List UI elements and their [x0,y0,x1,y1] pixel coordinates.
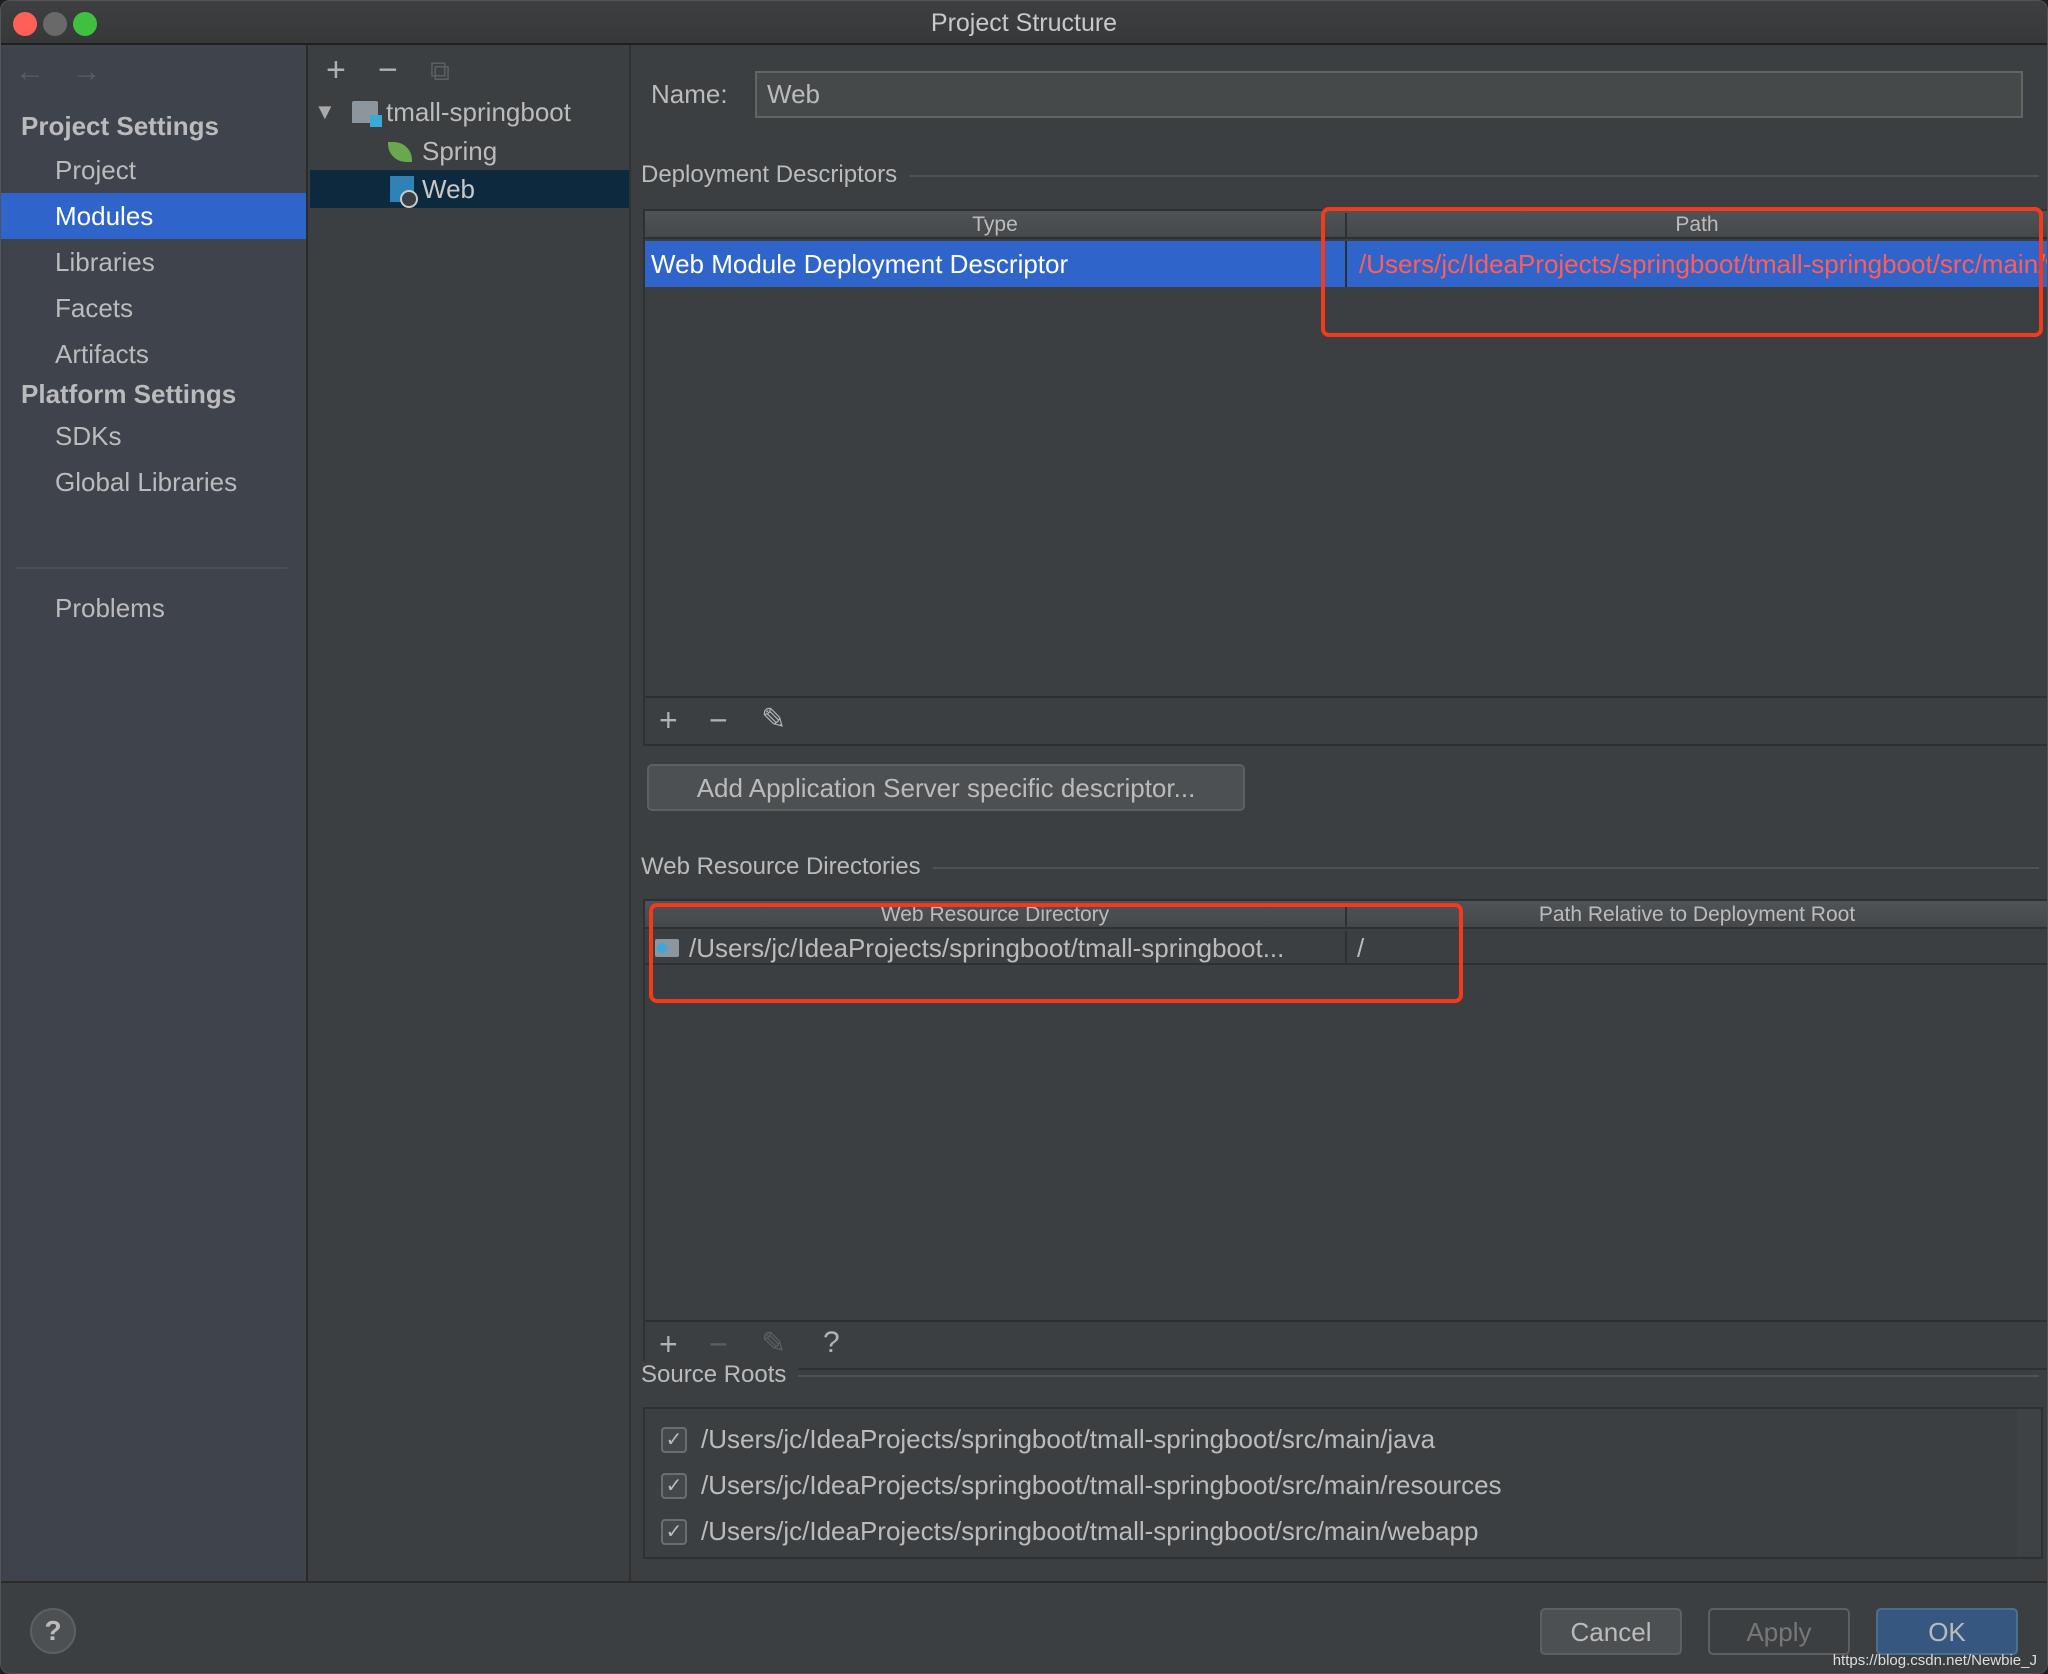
module-tree-panel: + − ⧉ ▼ tmall-springboot Spring Web [310,45,631,1581]
facet-settings-panel: Name: Deployment Descriptors Type Path W… [633,45,2048,1581]
deployment-descriptors-table: Type Path Web Module Deployment Descript… [643,209,2048,746]
apply-button[interactable]: Apply [1708,1608,1850,1655]
back-arrow-icon[interactable]: ← [15,55,45,88]
sidebar-item-artifacts[interactable]: Artifacts [1,331,306,377]
cancel-button[interactable]: Cancel [1540,1608,1682,1655]
sidebar-item-global-libraries[interactable]: Global Libraries [1,459,306,505]
window-title: Project Structure [930,9,1118,37]
expand-triangle-icon[interactable]: ▼ [314,93,336,131]
help-question-icon[interactable]: ? [823,1326,840,1360]
web-resources-toolbar: + − ✎ ? [645,1320,2047,1368]
remove-descriptor-icon[interactable]: − [709,702,728,739]
section-divider [641,1375,2039,1377]
tree-node-tmall-springboot[interactable]: ▼ tmall-springboot [310,93,629,131]
web-resource-directories-heading: Web Resource Directories [641,853,933,881]
spring-leaf-icon [388,142,412,162]
table-header: Web Resource Directory Path Relative to … [645,901,2047,929]
add-icon[interactable]: + [326,51,346,90]
sidebar-item-problems[interactable]: Problems [1,585,306,631]
column-header-relative-path[interactable]: Path Relative to Deployment Root [1347,901,2047,929]
section-heading-project-settings: Project Settings [21,111,219,141]
add-descriptor-icon[interactable]: + [659,702,678,739]
cell-divider [1345,931,1347,963]
remove-icon[interactable]: − [378,51,398,90]
sidebar-item-facets[interactable]: Facets [1,285,306,331]
edit-pencil-icon[interactable]: ✎ [761,702,786,737]
web-resource-directories-table: Web Resource Directory Path Relative to … [643,899,2047,1370]
table-row[interactable]: Web Module Deployment Descriptor /Users/… [645,241,2048,287]
column-header-web-resource-directory[interactable]: Web Resource Directory [645,901,1345,929]
source-roots-heading: Source Roots [641,1361,799,1389]
project-structure-dialog: Project Structure ← → Project Settings P… [0,0,2048,1674]
nav-arrows: ← → [15,55,119,89]
source-roots-list: ✓ /Users/jc/IdeaProjects/springboot/tmal… [643,1407,2043,1559]
sidebar: ← → Project Settings Project Modules Lib… [1,45,308,1581]
deployment-toolbar: + − ✎ [645,696,2047,744]
copy-icon[interactable]: ⧉ [430,55,450,88]
tree-node-label: Spring [422,136,498,166]
source-root-path: /Users/jc/IdeaProjects/springboot/tmall-… [701,1470,1502,1500]
sidebar-item-libraries[interactable]: Libraries [1,239,306,285]
deployment-descriptors-heading: Deployment Descriptors [641,161,910,189]
web-facet-icon [390,176,418,208]
module-folder-icon [352,101,382,127]
forward-arrow-icon[interactable]: → [71,55,101,88]
watermark-text: https://blog.csdn.net/Newbie_J [1832,1652,2037,1669]
remove-web-resource-icon[interactable]: − [709,1326,728,1363]
tree-node-spring[interactable]: Spring [310,132,629,170]
ok-button[interactable]: OK [1876,1608,2018,1655]
source-root-checkbox[interactable]: ✓ [661,1473,687,1499]
table-row[interactable]: /Users/jc/IdeaProjects/springboot/tmall-… [645,931,2047,965]
sidebar-item-modules[interactable]: Modules [1,193,306,239]
relative-path-cell: / [1357,933,1365,963]
sidebar-divider [15,567,287,569]
add-app-server-descriptor-button[interactable]: Add Application Server specific descript… [647,764,1245,811]
edit-pencil-icon[interactable]: ✎ [761,1326,786,1361]
title-bar: Project Structure [1,1,2047,45]
cell-divider [1345,241,1347,287]
descriptor-type-cell: Web Module Deployment Descriptor [651,249,1069,279]
source-roots-scrollbar[interactable] [2017,1409,2041,1557]
sidebar-item-sdks[interactable]: SDKs [1,413,306,459]
name-label: Name: [651,79,728,109]
tree-node-web[interactable]: Web [310,170,629,208]
table-header: Type Path [645,211,2047,239]
descriptor-path-cell: /Users/jc/IdeaProjects/springboot/tmall-… [1359,249,2048,279]
source-root-path: /Users/jc/IdeaProjects/springboot/tmall-… [701,1424,1436,1454]
sidebar-item-project[interactable]: Project [1,147,306,193]
add-web-resource-icon[interactable]: + [659,1326,678,1363]
column-header-path[interactable]: Path [1347,211,2047,239]
tree-node-label: tmall-springboot [386,97,571,127]
column-header-type[interactable]: Type [645,211,1345,239]
source-root-checkbox[interactable]: ✓ [661,1427,687,1453]
name-input[interactable] [755,71,2023,118]
tree-node-label: Web [422,174,475,204]
source-root-path: /Users/jc/IdeaProjects/springboot/tmall-… [701,1516,1479,1546]
web-resource-directory-cell: /Users/jc/IdeaProjects/springboot/tmall-… [689,933,1285,963]
dialog-footer: ? Cancel Apply OK https://blog.csdn.net/… [1,1581,2047,1673]
source-root-checkbox[interactable]: ✓ [661,1519,687,1545]
section-heading-platform-settings: Platform Settings [21,379,237,409]
help-button[interactable]: ? [30,1608,76,1654]
web-folder-icon [655,939,679,957]
